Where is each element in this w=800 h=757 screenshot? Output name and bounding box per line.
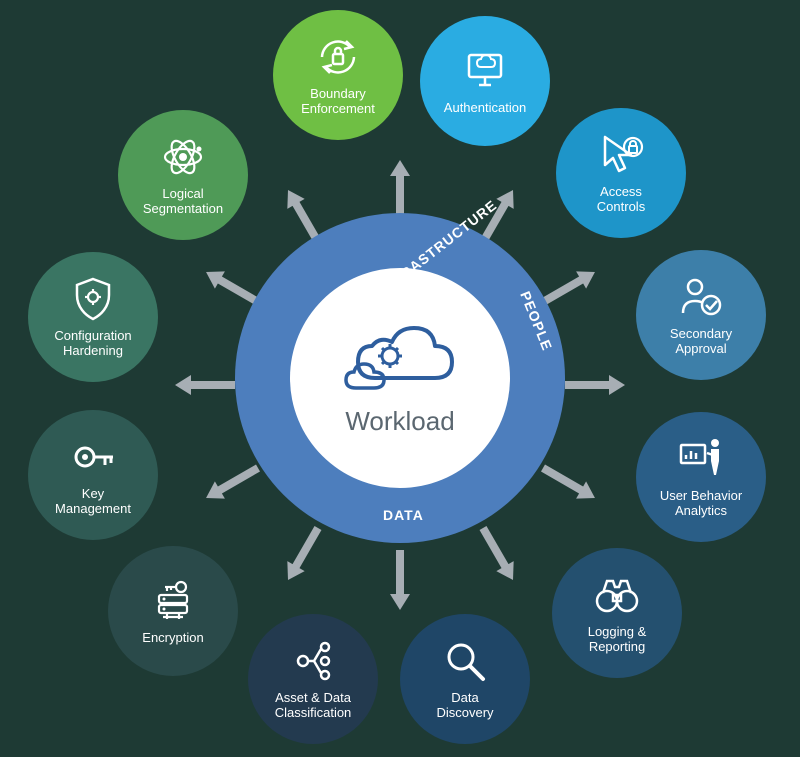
- node-logging-reporting: Logging &Reporting: [552, 548, 682, 678]
- node-label: SecondaryApproval: [662, 327, 740, 357]
- arrow: [282, 525, 324, 584]
- node-label: ConfigurationHardening: [46, 329, 139, 359]
- key-icon: [69, 433, 117, 481]
- node-label: KeyManagement: [47, 487, 139, 517]
- node-label: Authentication: [436, 101, 534, 116]
- hub-label: Workload: [345, 406, 454, 437]
- node-label: Logging &Reporting: [580, 625, 655, 655]
- node-label: BoundaryEnforcement: [293, 87, 383, 117]
- node-label: AccessControls: [589, 185, 653, 215]
- person-check-icon: [677, 273, 725, 321]
- arrow: [393, 160, 407, 220]
- cursor-lock-icon: [597, 131, 645, 179]
- workload-security-diagram: INFRASTRUCTURE PEOPLE DATA Workload Boun…: [0, 0, 800, 757]
- tree-nodes-icon: [289, 637, 337, 685]
- node-boundary-enforcement: BoundaryEnforcement: [273, 10, 403, 140]
- hub-center: Workload: [290, 268, 510, 488]
- arrow: [175, 378, 235, 392]
- arrow: [203, 462, 262, 504]
- node-label: Encryption: [134, 631, 211, 646]
- binoculars-icon: [593, 571, 641, 619]
- node-secondary-approval: SecondaryApproval: [636, 250, 766, 380]
- presenter-icon: [677, 435, 725, 483]
- node-authentication: Authentication: [420, 16, 550, 146]
- shield-gear-icon: [69, 275, 117, 323]
- node-user-behavior: User BehaviorAnalytics: [636, 412, 766, 542]
- cloud-gear-icon: [340, 320, 460, 400]
- cycle-lock-icon: [314, 33, 362, 81]
- node-config-hardening: ConfigurationHardening: [28, 252, 158, 382]
- magnifier-icon: [441, 637, 489, 685]
- node-label: User BehaviorAnalytics: [652, 489, 750, 519]
- arrow: [477, 525, 519, 584]
- arrow: [540, 266, 599, 308]
- arrow: [393, 550, 407, 610]
- node-encryption: Encryption: [108, 546, 238, 676]
- node-access-controls: AccessControls: [556, 108, 686, 238]
- node-logical-segmentation: LogicalSegmentation: [118, 110, 248, 240]
- node-label: DataDiscovery: [428, 691, 501, 721]
- node-asset-data-class: Asset & DataClassification: [248, 614, 378, 744]
- node-label: LogicalSegmentation: [135, 187, 231, 217]
- node-label: Asset & DataClassification: [267, 691, 360, 721]
- server-key-icon: [149, 577, 197, 625]
- node-key-management: KeyManagement: [28, 410, 158, 540]
- hub-ring: INFRASTRUCTURE PEOPLE DATA Workload: [235, 213, 565, 543]
- arrow: [540, 462, 599, 504]
- ring-label-data: DATA: [383, 507, 424, 523]
- arrow: [565, 378, 625, 392]
- node-data-discovery: DataDiscovery: [400, 614, 530, 744]
- atom-icon: [159, 133, 207, 181]
- monitor-cloud-icon: [461, 47, 509, 95]
